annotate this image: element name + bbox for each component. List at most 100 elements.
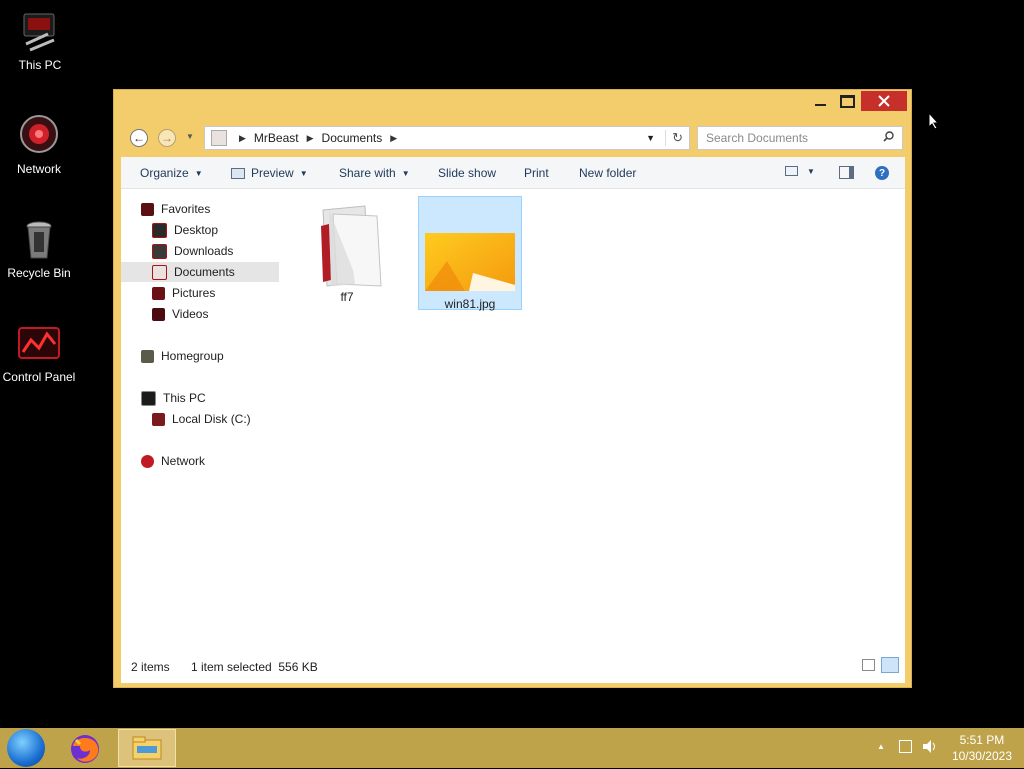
navigation-bar: ← → ▼ ▶ MrBeast ▶ Documents ▶ ▼ ↻ Search… bbox=[128, 126, 903, 152]
nav-downloads[interactable]: Downloads bbox=[152, 241, 233, 261]
print-label: Print bbox=[524, 166, 549, 180]
clock-time: 5:51 PM bbox=[959, 733, 1005, 747]
slide-show-label: Slide show bbox=[438, 166, 497, 180]
file-item-image[interactable]: win81.jpg bbox=[418, 196, 522, 311]
desktop-icon-control-panel[interactable]: Control Panel bbox=[0, 322, 79, 384]
preview-pane-button[interactable] bbox=[839, 166, 854, 179]
clock[interactable]: 5:51 PM 10/30/2023 bbox=[952, 732, 1012, 764]
status-bar: 2 items 1 item selected 556 KB bbox=[121, 649, 905, 683]
command-bar: Organize ▼ Preview ▼ Share with ▼ Slide sho… bbox=[121, 157, 905, 189]
this-pc-icon bbox=[141, 390, 156, 406]
back-button[interactable]: ← bbox=[130, 129, 148, 147]
search-box[interactable]: Search Documents bbox=[697, 126, 903, 150]
desktop-icon-label: Recycle Bin bbox=[7, 266, 71, 280]
file-explorer-icon bbox=[132, 736, 162, 760]
maximize-button[interactable] bbox=[834, 91, 861, 111]
pictures-icon bbox=[152, 286, 165, 300]
volume-icon[interactable] bbox=[921, 739, 937, 757]
nav-favorites[interactable]: Favorites bbox=[141, 199, 210, 219]
share-with-label: Share with bbox=[339, 166, 396, 180]
nav-label: Downloads bbox=[174, 244, 234, 258]
firefox-taskbar-button[interactable] bbox=[68, 732, 102, 766]
forward-arrow-icon: → bbox=[161, 131, 173, 145]
nav-documents[interactable]: Documents bbox=[121, 262, 279, 282]
back-arrow-icon: ← bbox=[133, 131, 145, 145]
network-tray-icon[interactable] bbox=[899, 740, 912, 753]
search-icon[interactable] bbox=[883, 131, 894, 145]
explorer-window: ← → ▼ ▶ MrBeast ▶ Documents ▶ ▼ ↻ Search… bbox=[113, 89, 912, 688]
firefox-icon bbox=[71, 735, 99, 763]
nav-network[interactable]: Network bbox=[141, 451, 205, 471]
control-panel-icon bbox=[17, 322, 61, 366]
desktop-icon-label: Network bbox=[16, 162, 61, 176]
desktop-icon-this-pc[interactable]: This PC bbox=[0, 10, 80, 72]
folder-icon bbox=[307, 200, 387, 290]
minimize-button[interactable] bbox=[807, 91, 834, 111]
file-item-folder[interactable]: ff7 bbox=[295, 196, 399, 310]
help-button[interactable]: ? bbox=[875, 166, 889, 180]
details-view-icon[interactable] bbox=[862, 659, 875, 671]
nav-label: This PC bbox=[163, 391, 206, 405]
taskbar: ▲ 5:51 PM 10/30/2023 bbox=[0, 728, 1024, 768]
image-thumbnail bbox=[425, 233, 515, 291]
change-view-button[interactable]: ▼ bbox=[785, 166, 815, 176]
address-bar[interactable]: ▶ MrBeast ▶ Documents ▶ ▼ ↻ bbox=[204, 126, 690, 150]
view-icon bbox=[785, 166, 798, 176]
show-hidden-icons-icon[interactable]: ▲ bbox=[877, 742, 885, 751]
close-icon bbox=[878, 95, 890, 107]
search-placeholder: Search Documents bbox=[706, 131, 809, 145]
nav-desktop[interactable]: Desktop bbox=[152, 220, 218, 240]
organize-button[interactable]: Organize ▼ bbox=[140, 166, 203, 180]
desktop-icon-network[interactable]: Network bbox=[0, 114, 79, 176]
print-button[interactable]: Print bbox=[524, 166, 549, 180]
recent-locations-button[interactable]: ▼ bbox=[186, 132, 194, 141]
breadcrumb-mrbeast[interactable]: MrBeast bbox=[254, 131, 299, 145]
downloads-icon bbox=[152, 243, 167, 259]
homegroup-icon bbox=[141, 349, 154, 363]
chevron-down-icon: ▼ bbox=[401, 168, 410, 178]
help-icon: ? bbox=[875, 166, 889, 180]
nav-label: Local Disk (C:) bbox=[172, 412, 251, 426]
nav-this-pc[interactable]: This PC bbox=[141, 388, 206, 408]
large-icons-view-icon[interactable] bbox=[881, 657, 899, 673]
new-folder-button[interactable]: New folder bbox=[579, 166, 636, 180]
new-folder-label: New folder bbox=[579, 166, 637, 180]
nav-label: Pictures bbox=[172, 286, 216, 300]
chevron-down-icon: ▼ bbox=[807, 166, 815, 176]
local-disk-icon bbox=[152, 412, 165, 426]
nav-label: Documents bbox=[174, 265, 235, 279]
caption-buttons bbox=[807, 91, 907, 111]
nav-label: Desktop bbox=[174, 223, 219, 237]
start-button[interactable] bbox=[7, 729, 45, 767]
nav-pictures[interactable]: Pictures bbox=[152, 283, 215, 303]
clock-date: 10/30/2023 bbox=[951, 749, 1012, 763]
favorites-icon bbox=[141, 202, 154, 216]
nav-local-disk[interactable]: Local Disk (C:) bbox=[152, 409, 251, 429]
network-icon bbox=[17, 114, 61, 158]
desktop-icon-label: Control Panel bbox=[2, 370, 76, 384]
breadcrumb-documents[interactable]: Documents bbox=[322, 131, 383, 145]
navigation-pane: Favorites Desktop Downloads Documents Pi… bbox=[121, 189, 281, 649]
documents-location-icon bbox=[211, 130, 227, 146]
mouse-cursor-icon bbox=[928, 111, 940, 133]
videos-icon bbox=[152, 307, 165, 321]
minimize-icon bbox=[815, 104, 826, 106]
address-dropdown-icon[interactable]: ▼ bbox=[646, 133, 655, 143]
preview-pane-icon bbox=[839, 166, 854, 179]
preview-button[interactable]: Preview ▼ bbox=[231, 166, 308, 180]
desktop-icon-recycle-bin[interactable]: Recycle Bin bbox=[0, 218, 79, 280]
preview-icon bbox=[231, 167, 245, 179]
forward-button[interactable]: → bbox=[158, 129, 176, 147]
refresh-icon[interactable]: ↻ bbox=[665, 130, 689, 146]
network-icon bbox=[141, 454, 154, 468]
status-selection-info: 1 item selected 556 KB bbox=[191, 660, 318, 674]
share-with-button[interactable]: Share with ▼ bbox=[339, 166, 410, 180]
preview-label: Preview bbox=[251, 166, 294, 180]
nav-videos[interactable]: Videos bbox=[152, 304, 208, 324]
close-button[interactable] bbox=[861, 91, 907, 111]
chevron-down-icon: ▼ bbox=[186, 132, 194, 141]
file-list: ff7 win81.jpg bbox=[281, 189, 905, 649]
slide-show-button[interactable]: Slide show bbox=[438, 166, 496, 180]
nav-homegroup[interactable]: Homegroup bbox=[141, 346, 224, 366]
file-explorer-taskbar-button[interactable] bbox=[118, 729, 176, 767]
